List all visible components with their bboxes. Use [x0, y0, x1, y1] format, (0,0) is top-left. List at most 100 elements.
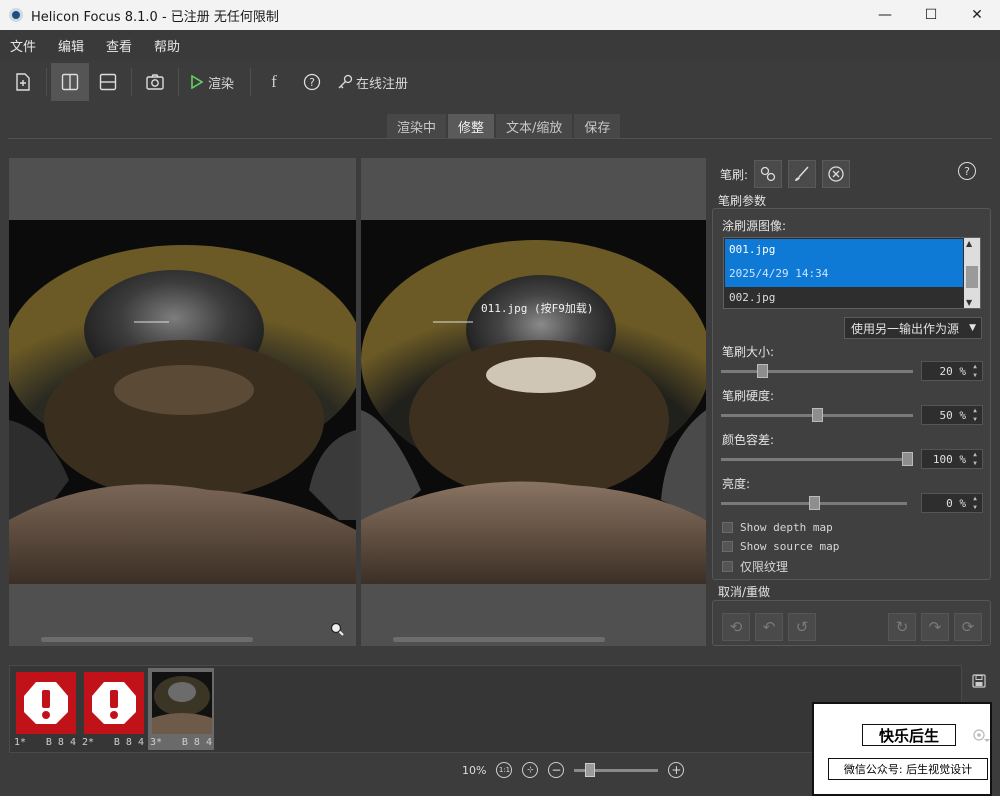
texture-only-checkbox[interactable]: [722, 561, 733, 572]
spin-down-icon[interactable]: ▼: [973, 460, 977, 467]
erase-brush-button[interactable]: [822, 160, 851, 188]
show-depth-map-checkbox[interactable]: [722, 522, 733, 533]
error-thumbnail: [16, 672, 76, 734]
menu-edit[interactable]: 编辑: [48, 36, 96, 55]
camera-button[interactable]: [136, 63, 174, 101]
help-button[interactable]: ?: [293, 63, 331, 101]
spin-up-icon[interactable]: ▲: [973, 495, 977, 502]
thumbnail-item[interactable]: 2* B 8 4: [80, 668, 146, 750]
save-icon[interactable]: [972, 674, 986, 688]
thumbnail-caption: 2* B 8 4: [82, 737, 144, 748]
texture-only-option[interactable]: 仅限纹理: [722, 558, 788, 575]
undo-button[interactable]: ↺: [788, 613, 816, 641]
brush-size-row: 20 % ▲ ▼: [721, 360, 983, 382]
tab-rendering[interactable]: 渲染中: [387, 114, 447, 139]
slider-thumb[interactable]: [902, 451, 913, 466]
zoom-actual-size-button[interactable]: 1:1: [496, 762, 513, 778]
key-icon: [338, 74, 353, 89]
zoom-slider-thumb[interactable]: [585, 762, 596, 777]
menu-view[interactable]: 查看: [96, 36, 144, 55]
show-source-map-checkbox[interactable]: [722, 541, 733, 552]
menu-help[interactable]: 帮助: [144, 36, 192, 55]
slider-thumb[interactable]: [809, 495, 820, 510]
brush-size-slider[interactable]: [721, 363, 913, 378]
thumbnail-item-selected[interactable]: 3* B 8 4: [148, 668, 214, 750]
spin-down-icon[interactable]: ▼: [973, 372, 977, 379]
horizontal-scrollbar[interactable]: [41, 637, 253, 642]
brush-hardness-slider[interactable]: [721, 407, 913, 422]
show-source-map-label: Show source map: [740, 540, 840, 553]
spin-up-icon[interactable]: ▲: [973, 451, 977, 458]
source-photo[interactable]: [9, 220, 356, 584]
tab-retouch[interactable]: 修整: [448, 114, 495, 139]
slider-thumb[interactable]: [812, 407, 823, 422]
scroll-up-icon[interactable]: ▲: [966, 239, 972, 248]
camera-icon: [146, 74, 164, 90]
brightness-spinner[interactable]: 0 % ▲ ▼: [921, 493, 983, 513]
actual-size-icon: 1:1: [498, 765, 511, 774]
panel-help-button[interactable]: ?: [958, 162, 976, 180]
spin-down-icon[interactable]: ▼: [973, 416, 977, 423]
zoom-lens-icon[interactable]: [330, 622, 344, 636]
add-images-button[interactable]: [4, 63, 42, 101]
list-item-date: 2025/4/29 14:34: [729, 267, 829, 280]
brush-hardness-spinner[interactable]: 50 % ▲ ▼: [921, 405, 983, 425]
list-item-name[interactable]: 002.jpg: [729, 291, 775, 304]
help-icon: ?: [303, 73, 321, 91]
minimize-button[interactable]: —: [862, 0, 908, 30]
zoom-in-button[interactable]: +: [668, 762, 685, 778]
spin-down-icon[interactable]: ▼: [973, 504, 977, 511]
tab-text-scale[interactable]: 文本/缩放: [496, 114, 573, 139]
source-select-dropdown[interactable]: 使用另一输出作为源 ▼: [843, 317, 982, 339]
undo-redo-group: ⟲ ↶ ↺ ↻ ↷ ⟳: [712, 600, 991, 646]
redo-button[interactable]: ↻: [888, 613, 916, 641]
undo-icon: ↶: [762, 618, 776, 636]
settings-dropdown-icon[interactable]: [972, 728, 990, 744]
brush-params-group: 涂刷源图像: 001.jpg 2025/4/29 14:34 002.jpg ▲…: [712, 208, 991, 580]
undo-all-button[interactable]: ⟲: [722, 613, 750, 641]
zoom-fit-button[interactable]: ⊹: [522, 762, 539, 778]
color-tolerance-label: 颜色容差:: [722, 433, 775, 447]
facebook-button[interactable]: f: [255, 63, 293, 101]
list-scrollbar[interactable]: ▲ ▼: [964, 238, 980, 308]
source-image-pane[interactable]: [9, 158, 356, 646]
spin-up-icon[interactable]: ▲: [973, 407, 977, 414]
register-online-button[interactable]: 在线注册: [331, 63, 414, 101]
close-button[interactable]: ✕: [954, 0, 1000, 30]
help-icon: ?: [964, 164, 970, 178]
result-photo[interactable]: 011.jpg (按F9加载): [361, 220, 706, 584]
color-tolerance-slider[interactable]: [721, 451, 913, 466]
list-item-selected[interactable]: 001.jpg 2025/4/29 14:34: [725, 239, 963, 287]
zoom-slider[interactable]: [574, 762, 659, 777]
menu-file[interactable]: 文件: [0, 36, 48, 55]
redo-all-button[interactable]: ⟳: [954, 613, 982, 641]
split-horizontal-button[interactable]: [89, 63, 127, 101]
add-file-icon: [16, 73, 30, 91]
paint-brush-button[interactable]: [788, 160, 817, 188]
facebook-icon: f: [271, 72, 277, 91]
brightness-slider[interactable]: [721, 495, 907, 510]
clone-brush-button[interactable]: [754, 160, 783, 188]
color-tolerance-spinner[interactable]: 100 % ▲ ▼: [921, 449, 983, 469]
show-depth-map-label: Show depth map: [740, 521, 833, 534]
spin-up-icon[interactable]: ▲: [973, 363, 977, 370]
register-label: 在线注册: [356, 76, 409, 92]
show-depth-map-option[interactable]: Show depth map: [722, 521, 833, 534]
zoom-out-button[interactable]: −: [548, 762, 565, 778]
horizontal-scrollbar[interactable]: [393, 637, 605, 642]
brush-label: 笔刷:: [720, 167, 749, 182]
thumbnail-item[interactable]: 1* B 8 4: [12, 668, 78, 750]
render-button[interactable]: 渲染: [183, 63, 242, 101]
show-source-map-option[interactable]: Show source map: [722, 540, 839, 553]
tab-save[interactable]: 保存: [574, 114, 621, 139]
undo-step-button[interactable]: ↶: [755, 613, 783, 641]
slider-thumb[interactable]: [757, 363, 768, 378]
maximize-button[interactable]: ☐: [908, 0, 954, 30]
result-image-pane[interactable]: 011.jpg (按F9加载): [361, 158, 706, 646]
scroll-down-icon[interactable]: ▼: [966, 298, 972, 307]
redo-step-button[interactable]: ↷: [921, 613, 949, 641]
source-image-list[interactable]: 001.jpg 2025/4/29 14:34 002.jpg ▲ ▼: [723, 237, 981, 309]
brush-size-spinner[interactable]: 20 % ▲ ▼: [921, 361, 983, 381]
scroll-thumb[interactable]: [966, 266, 978, 288]
split-vertical-button[interactable]: [51, 63, 89, 101]
